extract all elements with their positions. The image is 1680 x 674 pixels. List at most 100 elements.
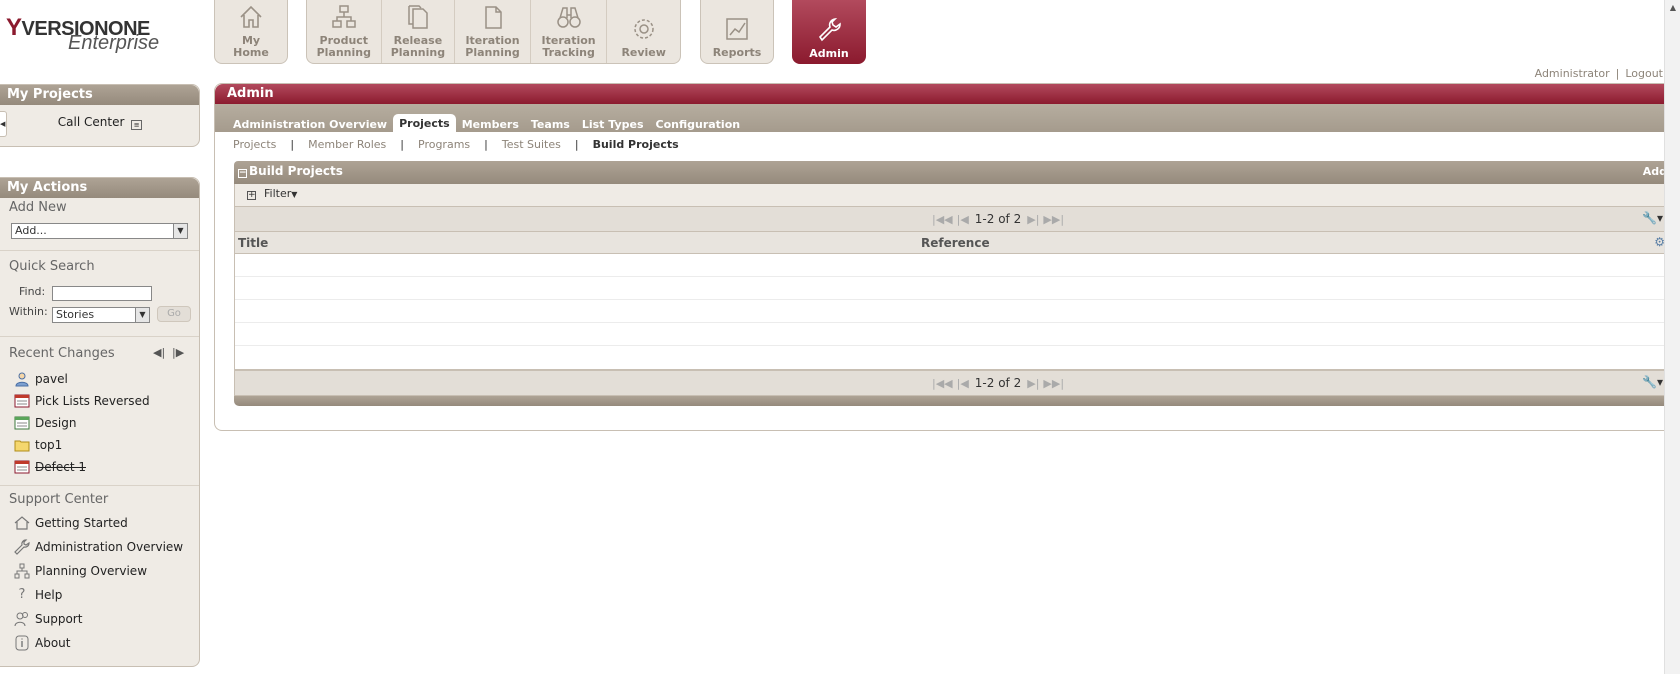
table-row[interactable] xyxy=(235,277,1675,300)
collapse-icon[interactable]: − xyxy=(238,169,247,178)
add-new-select[interactable]: Add... ▼ xyxy=(11,223,188,239)
grid-options-icon[interactable]: 🔧▾ xyxy=(1642,375,1663,389)
page-title: Admin xyxy=(215,84,1674,104)
chart-icon xyxy=(723,15,751,43)
recent-item[interactable]: Pick Lists Reversed xyxy=(14,393,150,409)
hierarchy-icon xyxy=(330,3,358,31)
nav-tab-iteration-tracking[interactable]: Iteration Tracking xyxy=(531,0,608,63)
wrench-icon xyxy=(815,16,843,44)
find-input[interactable] xyxy=(52,286,152,301)
last-page-icon[interactable]: ▶▶| xyxy=(1041,377,1066,390)
support-item-label: Help xyxy=(35,588,63,602)
subtab-test-suites[interactable]: Test Suites xyxy=(502,138,561,151)
nav-tab-reports[interactable]: Reports xyxy=(701,0,773,63)
my-projects-panel: My Projects ◀ Call Center ≡ xyxy=(0,84,200,147)
logout-link[interactable]: Logout xyxy=(1622,67,1666,80)
wrench-icon xyxy=(14,539,30,555)
recent-next-icon[interactable]: |▶ xyxy=(172,346,184,359)
table-row[interactable] xyxy=(235,323,1675,346)
nav-tab-label: Iteration Planning xyxy=(465,34,520,59)
support-item-about[interactable]: About xyxy=(14,635,70,651)
chevron-down-icon: ▼ xyxy=(135,308,149,322)
recent-prev-icon[interactable]: ◀| xyxy=(153,346,165,359)
nav-group-reports: Reports xyxy=(700,0,774,64)
within-select[interactable]: Stories ▼ xyxy=(52,307,150,323)
prev-page-icon[interactable]: |◀ xyxy=(955,213,971,226)
versionone-logo[interactable]: YVERSIONONE Enterprise xyxy=(6,14,166,54)
tab-projects[interactable]: Projects xyxy=(393,114,456,132)
tab-administration-overview[interactable]: Administration Overview xyxy=(227,114,393,132)
user-bar: Administrator | Logout xyxy=(1532,67,1666,80)
tab-members[interactable]: Members xyxy=(456,114,525,132)
filter-bar: + Filter▼ xyxy=(234,184,1675,206)
support-center-heading: Support Center xyxy=(9,492,109,507)
grid-options-icon[interactable]: 🔧▾ xyxy=(1642,211,1663,225)
pager-top: |◀◀ |◀ 1-2 of 2 ▶| ▶▶| 🔧▾ xyxy=(234,206,1675,232)
user-link[interactable]: Administrator xyxy=(1532,67,1613,80)
nav-tab-review[interactable]: Review xyxy=(607,0,680,63)
admin-panel: Admin Administration Overview Projects M… xyxy=(214,83,1675,431)
nav-tab-release-planning[interactable]: Release Planning xyxy=(382,0,456,63)
support-item-getting-started[interactable]: Getting Started xyxy=(14,515,128,531)
project-selector[interactable]: Call Center ≡ xyxy=(0,115,200,130)
recent-changes-heading: Recent Changes xyxy=(9,346,115,361)
filter-dropdown[interactable]: Filter xyxy=(264,187,291,200)
support-item-support[interactable]: Support xyxy=(14,611,82,627)
nav-tab-my-home[interactable]: My Home xyxy=(215,0,287,63)
document-icon xyxy=(479,3,507,31)
subtab-projects[interactable]: Projects xyxy=(233,138,276,151)
nav-tab-label: Review xyxy=(621,46,666,59)
subtab-member-roles[interactable]: Member Roles xyxy=(308,138,386,151)
first-page-icon[interactable]: |◀◀ xyxy=(930,213,955,226)
page-count: 1-2 of 2 xyxy=(974,376,1022,390)
user-icon xyxy=(14,371,30,387)
last-page-icon[interactable]: ▶▶| xyxy=(1041,213,1066,226)
recent-item-label: Defect 1 xyxy=(35,460,86,474)
nav-tab-admin[interactable]: Admin xyxy=(792,0,866,64)
project-picker-icon[interactable]: ≡ xyxy=(131,120,143,130)
next-page-icon[interactable]: ▶| xyxy=(1025,213,1041,226)
expand-icon[interactable]: + xyxy=(247,191,256,200)
project-name: Call Center xyxy=(57,115,125,129)
nav-group-planning: Product Planning Release Planning Iterat… xyxy=(306,0,681,64)
quick-search-heading: Quick Search xyxy=(9,259,95,274)
my-actions-title: My Actions xyxy=(0,178,199,198)
table-row[interactable] xyxy=(235,346,1675,369)
table-row[interactable] xyxy=(235,300,1675,323)
add-new-heading: Add New xyxy=(9,200,67,215)
support-item-label: Administration Overview xyxy=(35,540,184,554)
support-item-administration-overview[interactable]: Administration Overview xyxy=(14,539,183,555)
vertical-scrollbar[interactable]: ▲ xyxy=(1664,0,1680,674)
sub-tabs: Projects | Member Roles | Programs | Tes… xyxy=(233,138,679,151)
table-row[interactable] xyxy=(235,254,1675,277)
tab-teams[interactable]: Teams xyxy=(525,114,576,132)
nav-tab-product-planning[interactable]: Product Planning xyxy=(307,0,382,63)
chevron-down-icon: ▼ xyxy=(291,190,298,199)
next-page-icon[interactable]: ▶| xyxy=(1025,377,1041,390)
tab-list-types[interactable]: List Types xyxy=(576,114,650,132)
recent-item[interactable]: Defect 1 xyxy=(14,459,86,475)
go-button[interactable]: Go xyxy=(157,306,191,322)
subtab-build-projects[interactable]: Build Projects xyxy=(593,138,679,151)
recent-item-label: pavel xyxy=(35,372,68,386)
recent-item[interactable]: Design xyxy=(14,415,76,431)
recent-item-label: Design xyxy=(35,416,77,430)
documents-icon xyxy=(404,3,432,31)
support-item-help[interactable]: ? Help xyxy=(14,587,63,603)
nav-tab-iteration-planning[interactable]: Iteration Planning xyxy=(455,0,531,63)
support-item-planning-overview[interactable]: Planning Overview xyxy=(14,563,147,579)
folder-icon xyxy=(14,437,30,453)
subtab-programs[interactable]: Programs xyxy=(418,138,470,151)
recent-item[interactable]: pavel xyxy=(14,371,68,387)
question-icon: ? xyxy=(18,587,26,602)
prev-page-icon[interactable]: |◀ xyxy=(955,377,971,390)
house-icon xyxy=(237,3,265,31)
column-title[interactable]: Title xyxy=(238,236,268,250)
column-reference[interactable]: Reference xyxy=(921,236,990,250)
tab-configuration[interactable]: Configuration xyxy=(650,114,747,132)
support-item-label: Getting Started xyxy=(35,516,128,530)
scroll-up-icon[interactable]: ▲ xyxy=(1665,0,1680,16)
first-page-icon[interactable]: |◀◀ xyxy=(930,377,955,390)
gear-icon xyxy=(630,15,658,43)
recent-item[interactable]: top1 xyxy=(14,437,62,453)
